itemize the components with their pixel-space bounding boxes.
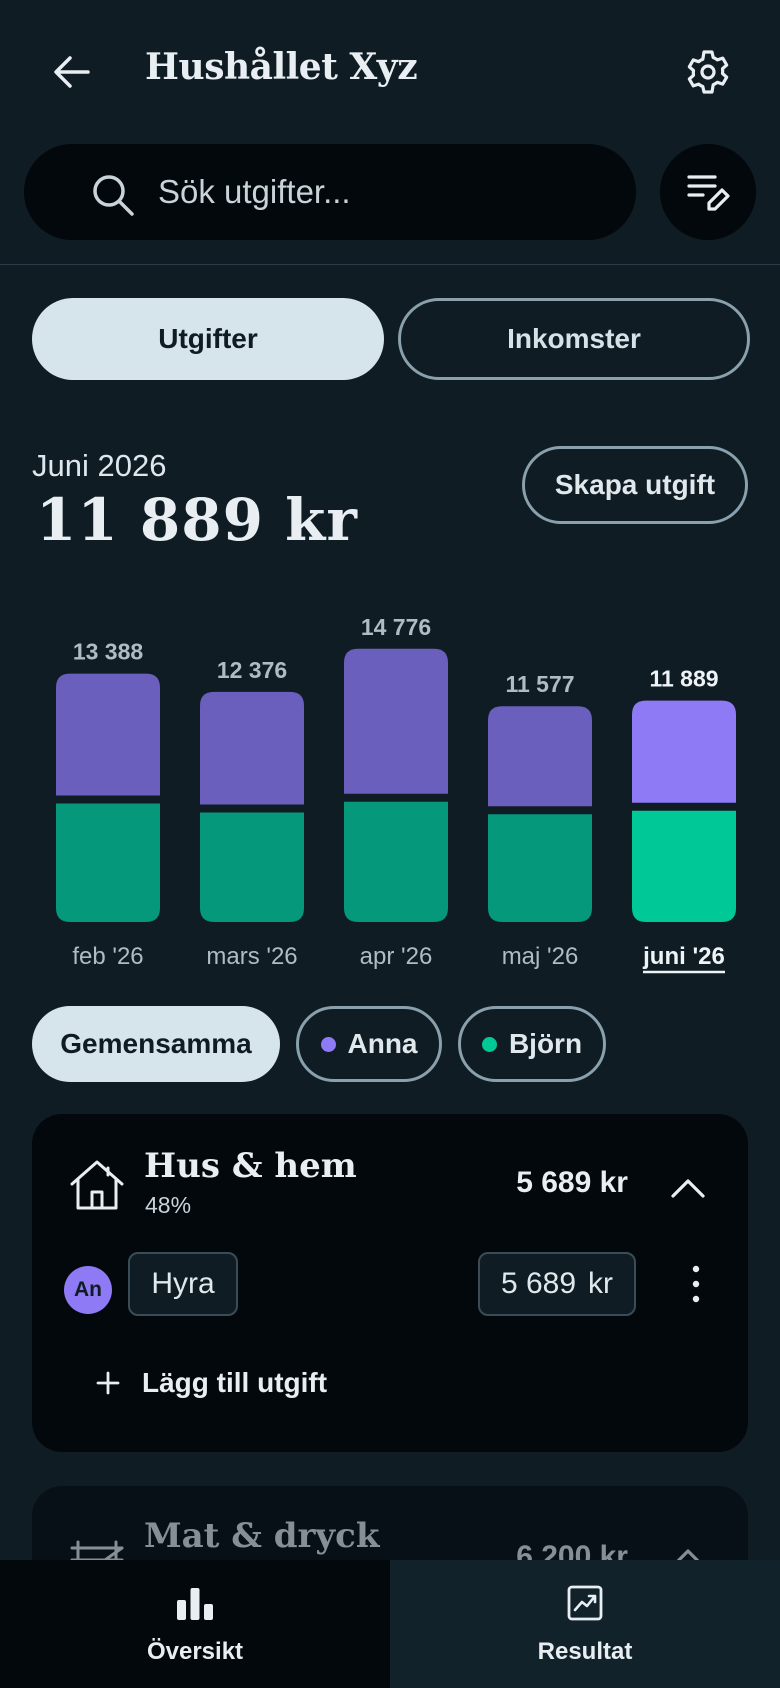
bar-segment-lower[interactable]	[344, 801, 448, 922]
tab-income[interactable]: Inkomster	[398, 298, 750, 380]
category-name: Mat & dryck	[144, 1516, 380, 1556]
bar-chart-icon	[174, 1582, 216, 1624]
edit-list-icon	[687, 175, 730, 211]
bar-segment-upper[interactable]	[488, 706, 592, 807]
bar-value-label: 11 577	[505, 671, 574, 697]
filter-chip-anna-label: Anna	[347, 1028, 418, 1059]
more-vertical-icon	[692, 1265, 700, 1303]
period-total: 11 889 kr	[36, 486, 358, 554]
bar-category-label[interactable]: juni '26	[642, 943, 725, 970]
page-title: Hushållet Xyz	[145, 46, 418, 88]
category-amount: 5 689 kr	[516, 1166, 628, 1199]
add-expense-label: Lägg till utgift	[142, 1367, 328, 1398]
nav-overview-label: Översikt	[146, 1638, 244, 1665]
expense-amount-unit: kr	[588, 1267, 614, 1300]
trending-chart-icon	[564, 1582, 606, 1624]
bar-segment-lower[interactable]	[56, 803, 160, 922]
gear-icon	[687, 50, 729, 94]
expense-amount-field[interactable]: 5 689 kr	[478, 1252, 636, 1316]
avatar: An	[64, 1266, 112, 1314]
bar-value-label: 11 889	[649, 666, 718, 692]
bar-segment-lower[interactable]	[488, 814, 592, 922]
bar-segment-upper[interactable]	[200, 691, 304, 805]
bar-value-label: 14 776	[361, 614, 431, 640]
bar-value-label: 12 376	[217, 657, 287, 683]
expense-amount-value: 5 689	[500, 1267, 577, 1300]
filter-chip-anna[interactable]: Anna	[296, 1006, 442, 1082]
add-expense-button[interactable]: Lägg till utgift	[96, 1358, 327, 1408]
settings-button[interactable]	[676, 40, 740, 104]
bar-segment-upper[interactable]	[344, 648, 448, 794]
bottom-navigation: Översikt Resultat	[0, 1560, 780, 1688]
header-divider	[0, 264, 780, 265]
bar-segment-upper[interactable]	[56, 673, 160, 796]
filter-chip-bjorn[interactable]: Björn	[458, 1006, 606, 1082]
bar-category-label[interactable]: mars '26	[206, 943, 297, 970]
expense-name-field[interactable]: Hyra	[128, 1252, 238, 1316]
search-bar	[24, 144, 636, 240]
category-name: Hus & hem	[144, 1146, 357, 1186]
bar-segment-lower[interactable]	[200, 812, 304, 922]
bar-value-label: 13 388	[73, 639, 144, 665]
bjorn-color-dot	[481, 1036, 497, 1052]
back-button[interactable]	[40, 40, 104, 104]
arrow-left-icon	[54, 56, 90, 88]
nav-results[interactable]: Resultat	[390, 1560, 780, 1688]
nav-overview[interactable]: Översikt	[0, 1560, 390, 1688]
nav-results-label: Resultat	[537, 1638, 633, 1665]
filter-chip-bjorn-label: Björn	[508, 1028, 583, 1059]
tab-expenses[interactable]: Utgifter	[32, 298, 384, 380]
collapse-button[interactable]	[662, 1162, 714, 1214]
filter-chip-shared[interactable]: Gemensamma	[32, 1006, 280, 1082]
bar-segment-upper[interactable]	[632, 700, 736, 803]
app-header: Hushållet Xyz	[0, 0, 780, 144]
create-expense-button[interactable]: Skapa utgift	[522, 446, 748, 524]
category-percent: 48%	[145, 1192, 192, 1218]
bar-category-label[interactable]: maj '26	[502, 943, 579, 970]
chevron-up-icon	[671, 1179, 705, 1198]
bar-category-label[interactable]: apr '26	[360, 943, 433, 970]
period-label: Juni 2026	[32, 448, 167, 483]
search-input[interactable]	[158, 164, 598, 220]
expense-menu-button[interactable]	[672, 1258, 720, 1310]
plus-icon	[96, 1371, 120, 1395]
app-root: Hushållet Xyz Utgif	[0, 0, 780, 1688]
edit-list-button[interactable]	[660, 144, 756, 240]
category-card-home: Hus & hem 48% 5 689 kr An Hyra 5 689 kr …	[32, 1114, 748, 1452]
bar-category-label[interactable]: feb '26	[72, 943, 143, 970]
search-icon	[90, 172, 136, 218]
anna-color-dot	[320, 1036, 336, 1052]
house-icon	[68, 1156, 126, 1214]
monthly-expense-chart: 13 388 feb '26 12 376 mars '26 14 776 apr '26…	[56, 614, 736, 974]
bar-segment-lower[interactable]	[632, 810, 736, 922]
